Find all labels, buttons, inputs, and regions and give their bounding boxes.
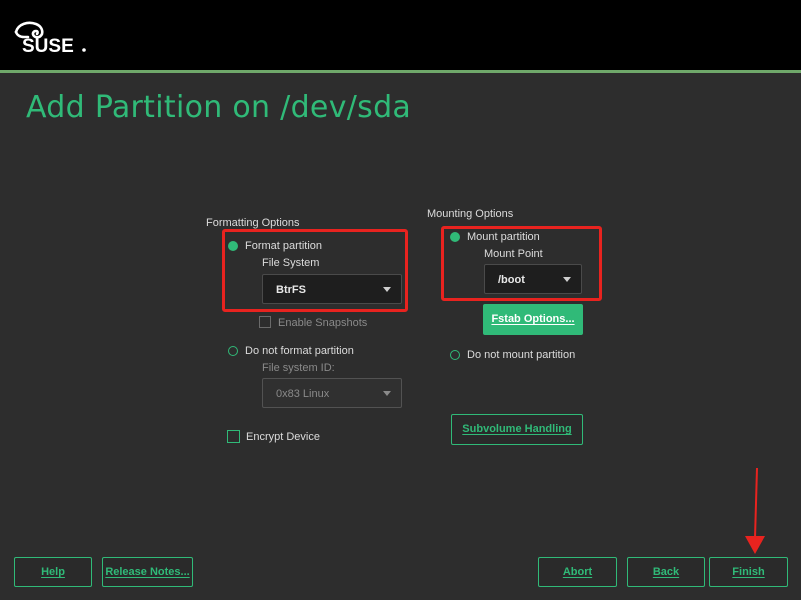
fstab-options-button[interactable]: Fstab Options... bbox=[483, 304, 583, 335]
mount-point-select[interactable]: /boot bbox=[484, 264, 582, 294]
red-arrow-annotation bbox=[745, 467, 765, 554]
logo-text: SUSE bbox=[22, 36, 74, 57]
enable-snapshots-label[interactable]: Enable Snapshots bbox=[278, 317, 367, 329]
enable-snapshots-checkbox[interactable] bbox=[259, 316, 271, 328]
help-button[interactable]: Help bbox=[14, 557, 92, 587]
mount-partition-radio[interactable] bbox=[450, 232, 460, 242]
suse-logo: SUSE bbox=[14, 21, 86, 57]
do-not-format-radio[interactable] bbox=[228, 346, 238, 356]
file-system-label: File System bbox=[262, 257, 320, 269]
mount-partition-label[interactable]: Mount partition bbox=[467, 231, 540, 243]
page-title: Add Partition on /dev/sda bbox=[26, 90, 412, 125]
formatting-options-label: Formatting Options bbox=[206, 217, 300, 229]
chevron-down-icon bbox=[383, 391, 391, 396]
file-system-id-label: File system ID: bbox=[262, 362, 335, 374]
back-button[interactable]: Back bbox=[627, 557, 705, 587]
do-not-mount-label[interactable]: Do not mount partition bbox=[467, 349, 575, 361]
encrypt-device-label[interactable]: Encrypt Device bbox=[246, 431, 320, 443]
release-notes-button[interactable]: Release Notes... bbox=[102, 557, 193, 587]
finish-button[interactable]: Finish bbox=[709, 557, 788, 587]
mounting-options-label: Mounting Options bbox=[427, 208, 514, 220]
header-bar: SUSE bbox=[0, 0, 801, 70]
subvolume-handling-button[interactable]: Subvolume Handling bbox=[451, 414, 583, 445]
encrypt-device-checkbox[interactable] bbox=[227, 430, 240, 443]
chevron-down-icon bbox=[383, 287, 391, 292]
header-divider bbox=[0, 70, 801, 73]
file-system-id-select[interactable]: 0x83 Linux bbox=[262, 378, 402, 408]
file-system-value: BtrFS bbox=[276, 284, 306, 296]
mount-point-value: /boot bbox=[498, 274, 525, 286]
file-system-id-value: 0x83 Linux bbox=[276, 388, 330, 400]
format-partition-radio[interactable] bbox=[228, 241, 238, 251]
file-system-select[interactable]: BtrFS bbox=[262, 274, 402, 304]
do-not-mount-radio[interactable] bbox=[450, 350, 460, 360]
format-partition-label[interactable]: Format partition bbox=[245, 240, 322, 252]
do-not-format-label[interactable]: Do not format partition bbox=[245, 345, 354, 357]
mount-point-label: Mount Point bbox=[484, 248, 543, 260]
chevron-down-icon bbox=[563, 277, 571, 282]
abort-button[interactable]: Abort bbox=[538, 557, 617, 587]
